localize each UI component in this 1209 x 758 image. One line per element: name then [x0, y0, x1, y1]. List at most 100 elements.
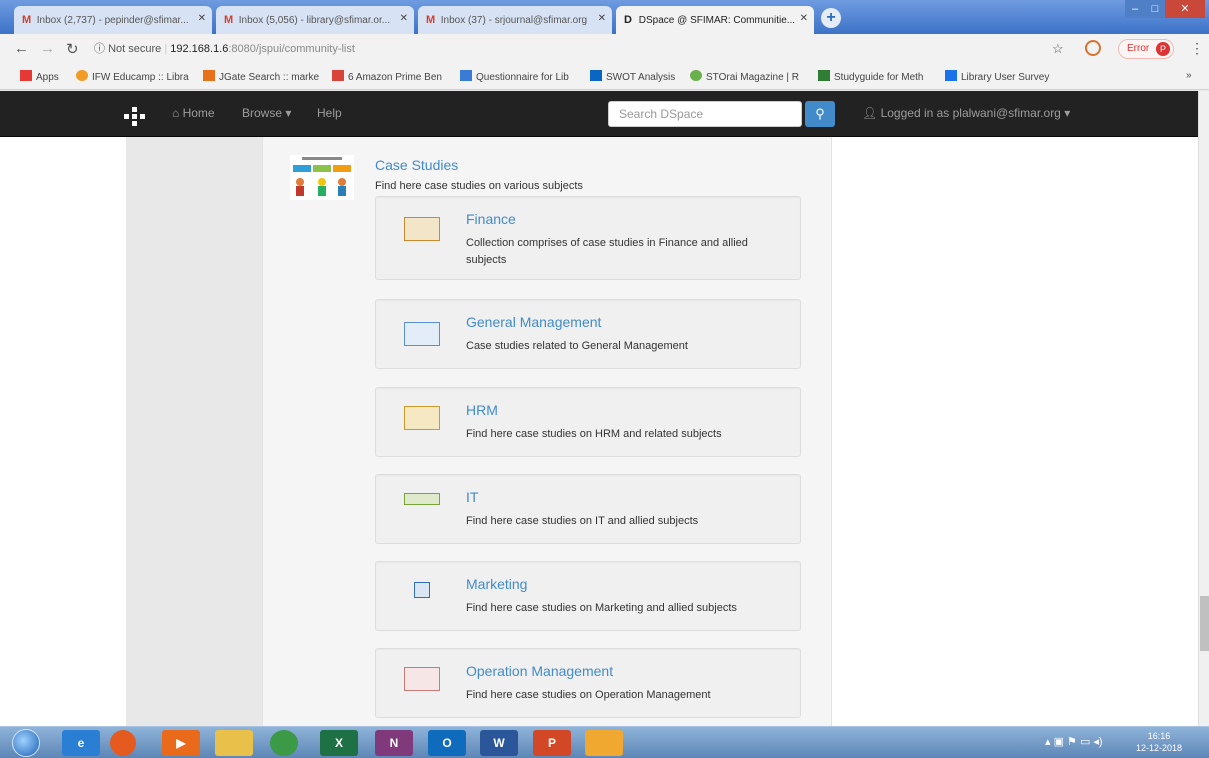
forward-icon[interactable]: → — [40, 40, 55, 57]
outlook-icon[interactable]: O — [428, 730, 466, 756]
subcommunity-card-operation-management[interactable]: Operation Management Find here case stud… — [375, 648, 801, 718]
tab-dspace[interactable]: D DSpace @ SFIMAR: Communitie... ✕ — [616, 6, 814, 34]
bookmark-item[interactable]: 6 Amazon Prime Ben — [332, 70, 442, 83]
dspace-navbar: ⌂ Home Browse ▾ Help Search DSpace ⚲ 👤︎ … — [0, 91, 1198, 137]
subcommunity-title[interactable]: IT — [466, 489, 478, 505]
bookmark-item[interactable]: Questionnaire for Lib — [460, 70, 569, 83]
tab-inbox-library[interactable]: M Inbox (5,056) - library@sfimar.or... ✕ — [216, 6, 414, 34]
subcommunity-description: Collection comprises of case studies in … — [466, 237, 748, 266]
tab-inbox-srjournal[interactable]: M Inbox (37) - srjournal@sfimar.org ✕ — [418, 6, 612, 34]
subcommunity-card-marketing[interactable]: Marketing Find here case studies on Mark… — [375, 561, 801, 631]
page-scrollbar[interactable] — [1198, 91, 1209, 726]
linkedin-icon — [590, 70, 602, 81]
extension-icon[interactable] — [1085, 40, 1101, 56]
dspace-icon: D — [624, 14, 632, 26]
dspace-logo-icon[interactable] — [124, 107, 145, 126]
left-margin — [0, 137, 126, 726]
subcommunity-title[interactable]: HRM — [466, 402, 498, 418]
bookmark-item[interactable]: JGate Search :: marke — [203, 70, 319, 83]
clock-time: 16:16 — [1147, 731, 1171, 741]
chrome-icon[interactable] — [270, 730, 298, 756]
subcommunity-title[interactable]: Finance — [466, 211, 516, 227]
hrm-thumbnail[interactable] — [404, 406, 440, 430]
search-button[interactable]: ⚲ — [805, 101, 835, 127]
bookmark-item[interactable]: STOrai Magazine | R — [690, 70, 799, 83]
subcommunity-card-finance[interactable]: Finance Collection comprises of case stu… — [375, 196, 801, 280]
nav-help[interactable]: Help — [317, 106, 342, 120]
marketing-cart-thumbnail[interactable] — [414, 582, 430, 598]
profile-error-button[interactable]: Error P — [1118, 39, 1174, 59]
firefox-icon[interactable] — [110, 730, 136, 756]
bookmark-item[interactable]: IFW Educamp :: Libra — [76, 70, 189, 83]
subcommunity-description: Find here case studies on Marketing and … — [466, 602, 737, 614]
apps-grid-icon — [20, 70, 32, 81]
bookmark-favicon-icon — [332, 70, 344, 81]
subcommunity-title[interactable]: General Management — [466, 314, 601, 330]
case-studies-thumbnail[interactable] — [290, 155, 354, 200]
search-input[interactable]: Search DSpace — [608, 101, 802, 127]
bookmark-item[interactable]: SWOT Analysis — [590, 70, 675, 83]
bookmark-star-icon[interactable]: ☆ — [1052, 41, 1064, 57]
app-icon[interactable] — [585, 730, 623, 756]
close-icon[interactable]: ✕ — [198, 13, 206, 24]
user-menu[interactable]: 👤︎ Logged in as plalwani@sfimar.org ▾ — [862, 106, 1070, 120]
community-title-case-studies[interactable]: Case Studies — [375, 157, 458, 173]
subcommunity-description: Find here case studies on IT and allied … — [466, 515, 699, 527]
system-clock[interactable]: 16:16 12-12-2018 — [1136, 730, 1182, 754]
nav-home[interactable]: ⌂ Home — [172, 106, 215, 120]
error-label: Error — [1127, 43, 1150, 54]
url-path: :8080/jspui/community-list — [228, 43, 355, 55]
internet-explorer-icon[interactable]: e — [62, 730, 100, 756]
menu-icon[interactable]: ⋮ — [1190, 40, 1204, 57]
start-button[interactable] — [12, 729, 40, 757]
url-host: 192.168.1.6 — [170, 43, 229, 55]
close-icon[interactable]: ✕ — [800, 13, 808, 24]
subcommunity-title[interactable]: Operation Management — [466, 663, 613, 679]
gmail-icon: M — [22, 14, 32, 26]
subcommunity-title[interactable]: Marketing — [466, 576, 527, 592]
bookmarks-overflow[interactable]: » — [1186, 70, 1192, 81]
powerpoint-icon[interactable]: P — [533, 730, 571, 756]
gmail-icon: M — [426, 14, 436, 26]
bookmark-favicon-icon — [203, 70, 215, 81]
reload-icon[interactable]: ↻ — [66, 40, 79, 58]
home-icon: ⌂ — [172, 106, 180, 120]
info-icon[interactable]: ⓘ — [94, 43, 105, 55]
finance-thumbnail[interactable] — [404, 217, 440, 241]
avatar: P — [1156, 42, 1170, 56]
operation-management-thumbnail[interactable] — [404, 667, 440, 691]
maximize-icon[interactable]: □ — [1145, 0, 1165, 18]
subcommunity-card-hrm[interactable]: HRM Find here case studies on HRM and re… — [375, 387, 801, 457]
subcommunity-card-it[interactable]: IT Find here case studies on IT and alli… — [375, 474, 801, 544]
scrollbar-thumb[interactable] — [1200, 596, 1209, 651]
excel-icon[interactable]: X — [320, 730, 358, 756]
bookmark-item[interactable]: Apps — [20, 70, 59, 83]
general-management-thumbnail[interactable] — [404, 322, 440, 346]
close-icon[interactable]: ✕ — [400, 13, 408, 24]
close-icon[interactable]: ✕ — [598, 13, 606, 24]
nav-browse[interactable]: Browse ▾ — [242, 106, 291, 120]
search-icon: ⚲ — [815, 106, 825, 121]
word-icon[interactable]: W — [480, 730, 518, 756]
security-label: Not secure — [108, 43, 162, 55]
subcommunity-card-general-management[interactable]: General Management Case studies related … — [375, 299, 801, 369]
new-tab-button[interactable]: + — [821, 8, 841, 28]
right-margin — [832, 137, 1198, 726]
tab-label: DSpace @ SFIMAR: Communitie... — [638, 15, 796, 26]
window-close-icon[interactable]: ✕ — [1165, 0, 1205, 18]
it-thumbnail[interactable] — [404, 493, 440, 505]
bookmark-item[interactable]: Library User Survey — [945, 70, 1049, 83]
clock-date: 12-12-2018 — [1136, 743, 1183, 753]
onenote-icon[interactable]: N — [375, 730, 413, 756]
tab-inbox-pepinder[interactable]: M Inbox (2,737) - pepinder@sfimar... ✕ — [14, 6, 212, 34]
url-input[interactable]: ⓘ Not secure | 192.168.1.6:8080/jspui/co… — [94, 38, 1084, 60]
minimize-icon[interactable]: – — [1125, 0, 1145, 18]
subcommunity-description: Find here case studies on Operation Mana… — [466, 689, 711, 701]
bookmark-item[interactable]: Studyguide for Meth — [818, 70, 924, 83]
file-explorer-icon[interactable] — [215, 730, 253, 756]
tab-label: Inbox (37) - srjournal@sfimar.org — [440, 15, 588, 26]
system-tray-icons[interactable]: ▴ ▣ ⚑ ▭ ◂) — [1045, 735, 1103, 748]
bookmark-favicon-icon — [690, 70, 702, 81]
media-player-icon[interactable]: ▶ — [162, 730, 200, 756]
back-icon[interactable]: ← — [14, 40, 29, 57]
